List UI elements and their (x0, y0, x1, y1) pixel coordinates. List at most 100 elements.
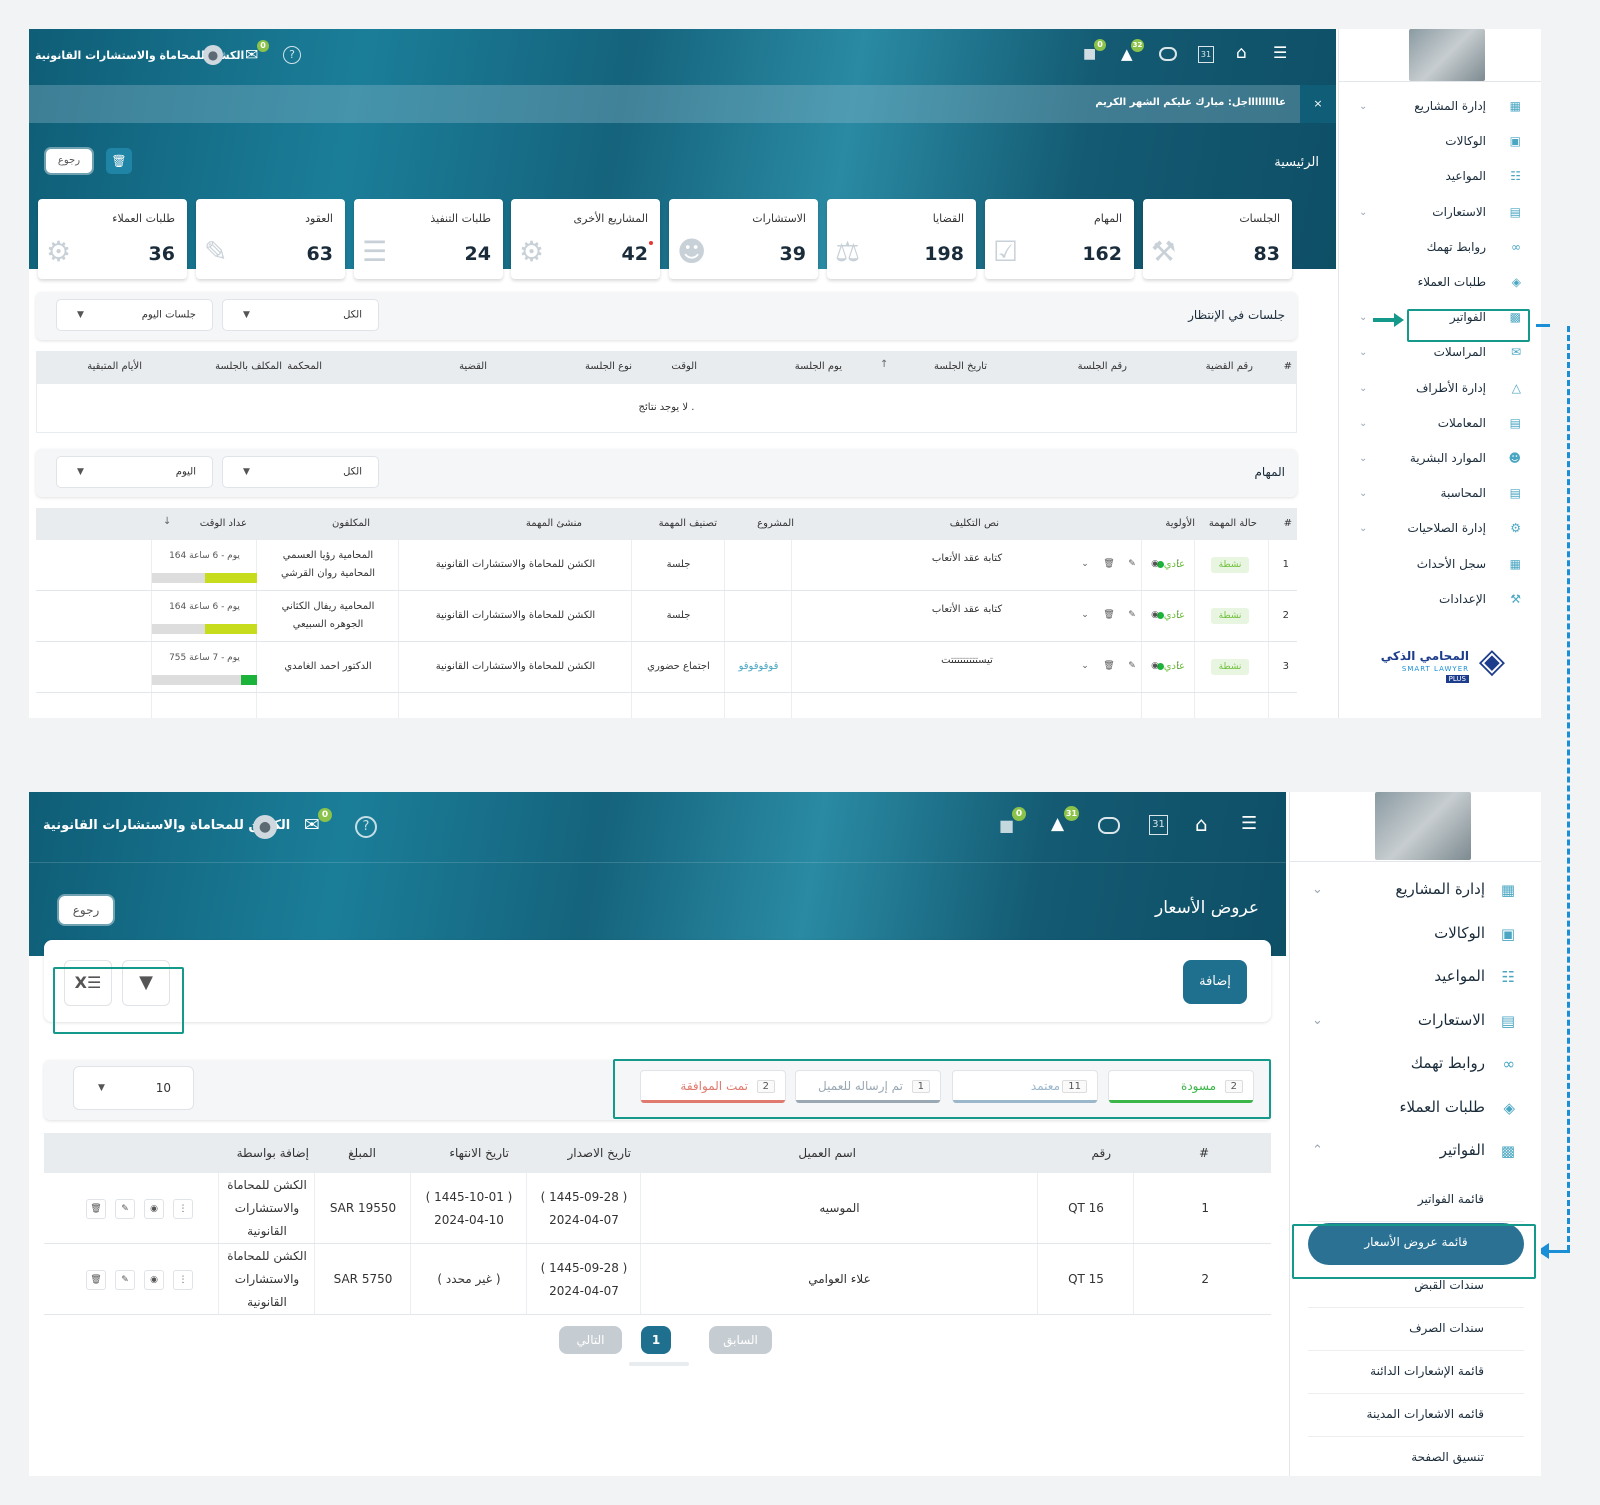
sidebar-item-label: الوكالات (1445, 134, 1486, 149)
sidebar-item[interactable]: طلبات العملاء ◈ (1290, 1096, 1541, 1122)
expand-icon[interactable]: ⌄ (1076, 658, 1094, 676)
stat-card[interactable]: طلبات العملاء 36 ⚙ (38, 199, 187, 279)
stat-card[interactable]: المشاريع الأخرى 42 ⚙ (511, 199, 660, 279)
delete-icon[interactable]: 🗑 (1100, 556, 1118, 574)
page-size-select[interactable]: 10 ▼ (73, 1066, 194, 1110)
stat-card[interactable]: القضايا 198 ⚖ (827, 199, 976, 279)
table-row: 3 نشطة عادي تيستتتتتتتتتت قوقوقوقو اجتماع حضو… (36, 642, 1297, 693)
help-icon[interactable]: ? (355, 816, 377, 838)
sessions-column-header: نوع الجلسة (585, 361, 632, 372)
sidebar-item[interactable]: الوكالات ▣ (1290, 922, 1541, 948)
row-divider (36, 692, 1297, 693)
sort-up-icon[interactable]: ↑ (880, 359, 888, 370)
expand-icon[interactable]: ⌄ (1076, 556, 1094, 574)
sidebar-subitem[interactable]: سندات الصرف (1308, 1309, 1524, 1351)
task-timer: 164 يوم - 6 ساعة (169, 551, 240, 561)
user-icon[interactable]: ● (253, 815, 277, 839)
sidebar-item[interactable]: إدارة الأطراف △ ⌄ (1339, 378, 1541, 400)
sidebar-item[interactable]: الفواتير ▩ ⌃ (1290, 1139, 1541, 1165)
view-icon[interactable]: ◉ (1146, 658, 1164, 676)
more-icon[interactable]: ⋮ (1169, 607, 1187, 625)
user-icon[interactable]: ● (203, 45, 223, 65)
sidebar-item[interactable]: المواعيد ☷ (1339, 166, 1541, 188)
next-page-button[interactable]: التالي (559, 1326, 622, 1354)
edit-icon[interactable]: ✎ (115, 1270, 135, 1290)
sidebar-item[interactable]: الموارد البشرية ☻ ⌄ (1339, 448, 1541, 470)
tasks-filter-all[interactable]: الكل ▼ (222, 456, 379, 488)
calendar-icon[interactable]: 31 (1149, 815, 1168, 835)
sidebar-item[interactable]: إدارة المشاريع ▦ ⌄ (1339, 96, 1541, 118)
sidebar-item[interactable]: إدارة المشاريع ▦ ⌄ (1290, 878, 1541, 904)
sidebar-item[interactable]: إدارة الصلاحيات ⚙ ⌄ (1339, 518, 1541, 540)
menu-icon[interactable]: ☰ (1273, 43, 1287, 62)
view-icon[interactable]: ◉ (1146, 556, 1164, 574)
sidebar-item[interactable]: روابط تهمك ∞ (1290, 1052, 1541, 1078)
sidebar-item[interactable]: الاستعارات ▤ ⌄ (1339, 202, 1541, 224)
sidebar-item[interactable]: الوكالات ▣ (1339, 131, 1541, 153)
connector-dashed-line (1567, 326, 1570, 1251)
sidebar-subitem[interactable]: تنسيق الصفحة (1308, 1438, 1524, 1476)
sessions-filter-all[interactable]: الكل ▼ (222, 299, 379, 331)
more-icon[interactable]: ⋮ (1169, 556, 1187, 574)
sidebar-item[interactable]: روابط تهمك ∞ (1339, 237, 1541, 259)
task-project[interactable]: قوقوقوقو (725, 661, 792, 672)
empty-results: لا يوجد نتائج . (638, 402, 695, 413)
add-button[interactable]: إضافة (1183, 960, 1247, 1004)
close-announcement-button[interactable]: × (1300, 85, 1336, 123)
delete-icon[interactable]: 🗑 (86, 1199, 106, 1219)
sidebar-item[interactable]: طلبات العملاء ◈ (1339, 272, 1541, 294)
table-row: 2 نشطة عادي كتابة عقد الأتعاب جلسة الكشن للمح… (36, 591, 1297, 642)
calendar-icon[interactable]: 31 (1198, 46, 1214, 63)
toggle-icon[interactable] (1159, 47, 1177, 61)
table-row: 2 QT 15 علاء العوامي ( 1445-09-28 ) 2024-04-… (44, 1244, 1271, 1315)
stat-card[interactable]: الاستشارات 39 ☻ (669, 199, 818, 279)
bell-icon[interactable]: ▲ (1051, 814, 1064, 834)
sidebar-item[interactable]: المواعيد ☷ (1290, 965, 1541, 991)
stat-card[interactable]: طلبات التنفيذ 24 ☰ (354, 199, 503, 279)
home-icon[interactable]: ⌂ (1195, 812, 1208, 836)
toggle-icon[interactable] (1098, 817, 1120, 834)
view-icon[interactable]: ◉ (1146, 607, 1164, 625)
back-button[interactable]: رجوع (46, 149, 92, 173)
delete-icon[interactable]: 🗑 (86, 1270, 106, 1290)
menu-icon[interactable]: ☰ (1241, 813, 1257, 834)
more-icon[interactable]: ⋮ (173, 1199, 193, 1219)
issue-date-hijri: ( 1445-09-28 ) (540, 1190, 628, 1204)
sidebar-subitem[interactable]: قائمه الاشعارات المدينة (1308, 1395, 1524, 1437)
more-icon[interactable]: ⋮ (1169, 658, 1187, 676)
sessions-filter-today[interactable]: جلسات اليوم ▼ (56, 299, 213, 331)
sidebar-subitem[interactable]: قائمة الإشعارات الدائنة (1308, 1352, 1524, 1394)
grid-icon: ▦ (1500, 881, 1515, 899)
sidebar-subitem[interactable]: قائمة الفواتير (1308, 1180, 1524, 1222)
sidebar-item[interactable]: سجل الأحداث ▦ (1339, 554, 1541, 576)
stat-card[interactable]: العقود 63 ✎ (196, 199, 345, 279)
chat-icon[interactable]: ■ (999, 816, 1014, 835)
sidebar-item[interactable]: المحاسبة ▤ ⌄ (1339, 483, 1541, 505)
back-button[interactable]: رجوع (59, 896, 113, 924)
sidebar-item[interactable]: الاستعارات ▤ ⌄ (1290, 1009, 1541, 1035)
delete-icon[interactable]: 🗑 (1100, 658, 1118, 676)
stat-card[interactable]: المهام 162 ☑ (985, 199, 1134, 279)
sort-down-icon[interactable]: ↓ (163, 516, 171, 527)
stat-card[interactable]: الجلسات 83 ⚒ (1143, 199, 1292, 279)
help-icon[interactable]: ? (283, 46, 301, 64)
tasks-filter-today[interactable]: اليوم ▼ (56, 456, 213, 488)
more-icon[interactable]: ⋮ (173, 1270, 193, 1290)
edit-icon[interactable]: ✎ (115, 1199, 135, 1219)
sidebar-item[interactable]: المعاملات ▤ ⌄ (1339, 413, 1541, 435)
edit-icon[interactable]: ✎ (1123, 658, 1141, 676)
edit-icon[interactable]: ✎ (1123, 556, 1141, 574)
sidebar-item[interactable]: المراسلات ✉ ⌄ (1339, 342, 1541, 364)
firm-logo (1375, 792, 1471, 860)
home-icon[interactable]: ⌂ (1236, 43, 1247, 63)
expand-icon[interactable]: ⌄ (1076, 607, 1094, 625)
sidebar-item[interactable]: الإعدادات ⚒ (1339, 589, 1541, 611)
prev-page-button[interactable]: السابق (709, 1326, 772, 1354)
messages-badge: 0 (318, 808, 332, 822)
view-icon[interactable]: ◉ (144, 1199, 164, 1219)
page-1-button[interactable]: 1 (641, 1326, 671, 1354)
edit-icon[interactable]: ✎ (1123, 607, 1141, 625)
delete-icon[interactable]: 🗑 (106, 148, 132, 174)
delete-icon[interactable]: 🗑 (1100, 607, 1118, 625)
view-icon[interactable]: ◉ (144, 1270, 164, 1290)
